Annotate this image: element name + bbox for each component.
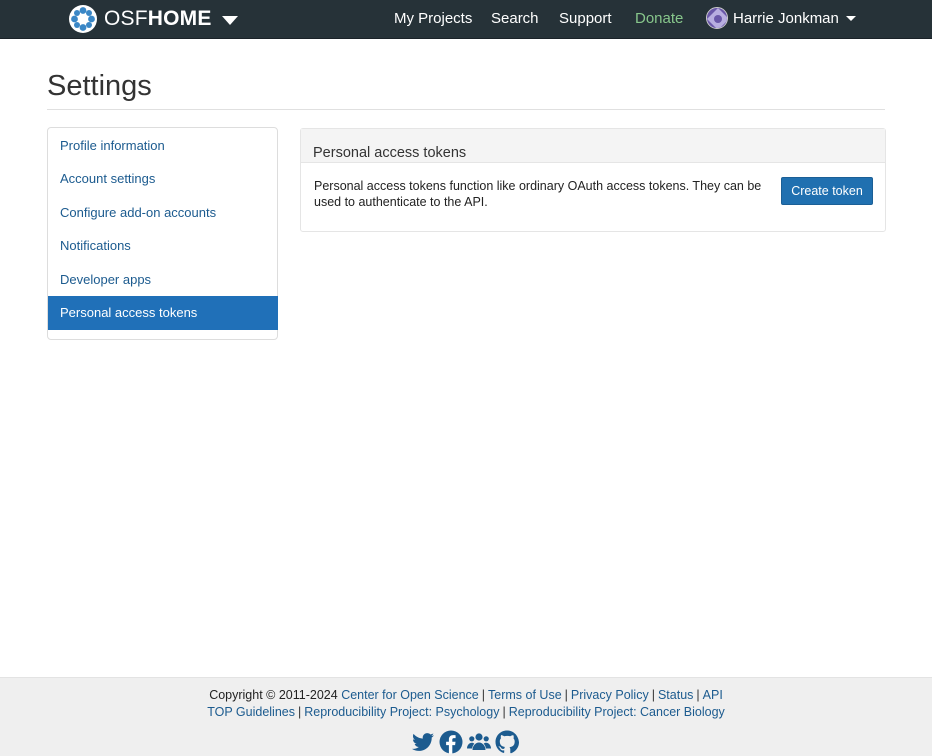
separator: | — [651, 688, 655, 702]
panel-heading: Personal access tokens — [301, 129, 885, 163]
osf-logo-icon — [69, 5, 97, 33]
separator: | — [564, 688, 568, 702]
footer-link-top-guidelines[interactable]: TOP Guidelines — [207, 705, 295, 719]
top-navbar: OSFHOME My Projects Search Support Donat… — [0, 0, 932, 39]
sidebar-item-developer-apps[interactable]: Developer apps — [48, 263, 277, 297]
separator: | — [502, 705, 506, 719]
footer-line-1: Copyright © 2011-2024 Center for Open Sc… — [0, 688, 932, 702]
footer-link-rp-cancer-biology[interactable]: Reproducibility Project: Cancer Biology — [509, 705, 725, 719]
nav-donate[interactable]: Donate — [635, 10, 683, 27]
settings-sidebar: Profile information Account settings Con… — [47, 127, 278, 340]
footer-link-api[interactable]: API — [703, 688, 723, 702]
caret-down-icon — [845, 15, 856, 21]
panel-title: Personal access tokens — [313, 145, 467, 161]
social-links — [411, 730, 519, 754]
footer-link-rp-psychology[interactable]: Reproducibility Project: Psychology — [304, 705, 499, 719]
chevron-down-icon[interactable] — [221, 16, 238, 25]
footer-link-status[interactable]: Status — [658, 688, 693, 702]
footer-link-cos[interactable]: Center for Open Science — [341, 688, 479, 702]
separator: | — [696, 688, 700, 702]
panel-description: Personal access tokens function like ord… — [314, 179, 762, 209]
separator: | — [297, 705, 302, 719]
footer-link-privacy[interactable]: Privacy Policy — [571, 688, 649, 702]
github-icon[interactable] — [495, 730, 519, 754]
tokens-panel: Personal access tokens Personal access t… — [300, 128, 886, 232]
sidebar-item-notifications[interactable]: Notifications — [48, 229, 277, 263]
osf-home-brand[interactable]: OSFHOME — [68, 4, 238, 34]
twitter-icon[interactable] — [411, 730, 435, 754]
sidebar-item-personal-access-tokens[interactable]: Personal access tokens — [48, 296, 278, 330]
footer-line-2: TOP Guidelines | Reproducibility Project: … — [0, 705, 932, 719]
title-divider — [47, 109, 885, 110]
sidebar-item-profile-information[interactable]: Profile information — [48, 129, 277, 163]
nav-my-projects[interactable]: My Projects — [394, 10, 472, 27]
separator: | — [481, 688, 486, 702]
sidebar-item-account-settings[interactable]: Account settings — [48, 162, 277, 196]
group-icon[interactable] — [467, 730, 491, 754]
footer-link-terms[interactable]: Terms of Use — [488, 688, 562, 702]
copyright-text: Copyright © 2011-2024 — [209, 688, 338, 702]
facebook-icon[interactable] — [439, 730, 463, 754]
brand-text: OSFHOME — [104, 7, 212, 30]
avatar — [706, 7, 728, 29]
user-menu[interactable]: Harrie Jonkman — [706, 7, 856, 29]
nav-support[interactable]: Support — [559, 10, 612, 27]
user-name: Harrie Jonkman — [733, 9, 839, 27]
avatar-image-icon — [707, 8, 727, 28]
create-token-button[interactable]: Create token — [781, 177, 873, 205]
sidebar-item-configure-addons[interactable]: Configure add-on accounts — [48, 196, 277, 230]
page-footer: Copyright © 2011-2024 Center for Open Sc… — [0, 677, 932, 756]
nav-search[interactable]: Search — [491, 10, 539, 27]
page-title: Settings — [47, 70, 152, 102]
